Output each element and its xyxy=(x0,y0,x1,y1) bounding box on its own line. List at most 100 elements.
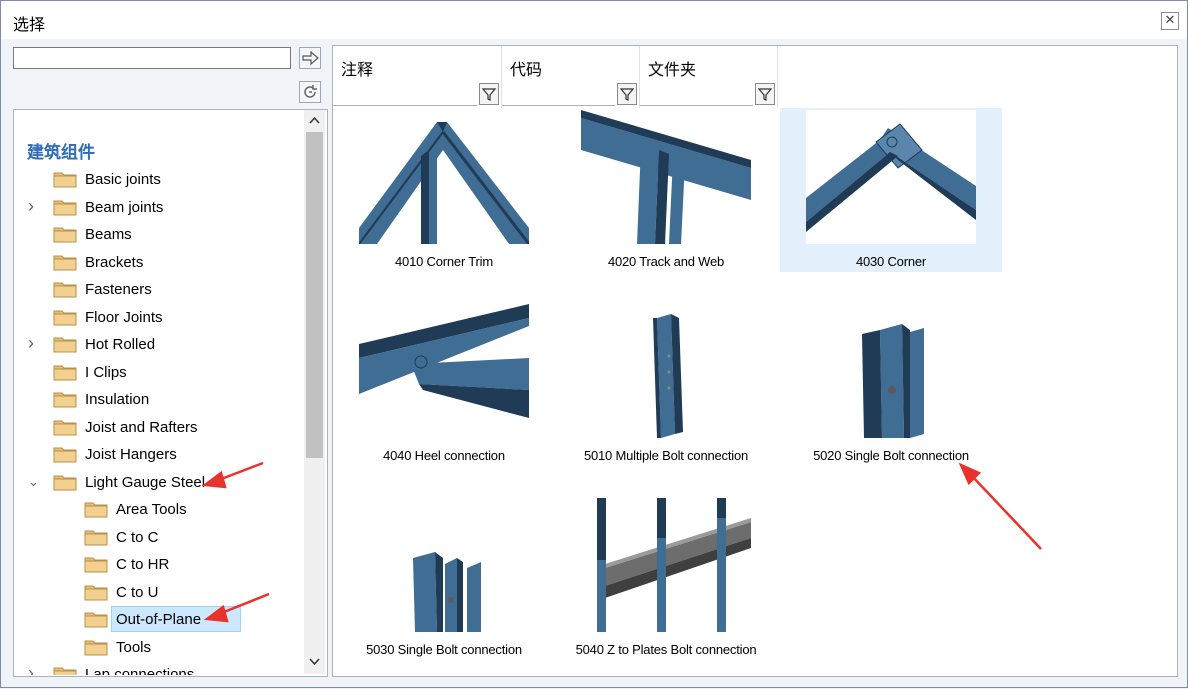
tree-item-brackets[interactable]: Brackets xyxy=(14,251,302,275)
filter-icon xyxy=(481,88,497,101)
component-thumbnail[interactable]: 5020 Single Bolt connection xyxy=(780,302,1002,466)
component-thumbnail[interactable]: 4020 Track and Web xyxy=(555,108,777,272)
folder-icon xyxy=(53,473,77,491)
tree-item-insulation[interactable]: Insulation xyxy=(14,388,302,412)
tree-item-hot-rolled[interactable]: › Hot Rolled xyxy=(14,333,302,357)
tree-item-joist-hangers[interactable]: Joist Hangers xyxy=(14,443,302,467)
tree-item-basic-joints[interactable]: Basic joints xyxy=(14,168,302,192)
column-header-2[interactable]: 代码 xyxy=(502,46,640,108)
filter-icon xyxy=(619,88,635,101)
tree-view[interactable]: 建筑组件 Basic joints › Beam joints Beams Bracke… xyxy=(13,109,328,677)
filter-field[interactable] xyxy=(333,105,477,106)
folder-icon xyxy=(53,170,77,188)
filter-button[interactable] xyxy=(755,83,775,105)
component-preview-image xyxy=(359,110,529,244)
refresh-icon xyxy=(304,85,317,98)
tree-item-out-of-plane[interactable]: Out-of-Plane xyxy=(14,608,302,632)
tree-item-light-gauge-steel[interactable]: ⌄ Light Gauge Steel xyxy=(14,471,302,495)
component-preview-image xyxy=(806,110,976,244)
column-header-label: 注释 xyxy=(341,60,374,79)
component-caption: 4030 Corner xyxy=(855,254,927,269)
folder-icon xyxy=(53,390,77,408)
component-caption: 4040 Heel connection xyxy=(383,448,505,463)
filter-field[interactable] xyxy=(502,105,615,106)
component-thumbnail[interactable]: 4040 Heel connection xyxy=(333,302,555,466)
component-thumbnail[interactable]: 5010 Multiple Bolt connection xyxy=(555,302,777,466)
component-caption: 4020 Track and Web xyxy=(607,254,725,269)
tree-item-beam-joints[interactable]: › Beam joints xyxy=(14,196,302,220)
scroll-thumb[interactable] xyxy=(306,132,323,458)
tree-item-label: Fasteners xyxy=(85,281,152,298)
tree-item-beams[interactable]: Beams xyxy=(14,223,302,247)
folder-icon xyxy=(84,555,108,573)
component-preview-image xyxy=(806,304,976,438)
chevron-down-icon[interactable]: ⌄ xyxy=(28,474,42,489)
filter-button[interactable] xyxy=(479,83,499,105)
component-caption: 5020 Single Bolt connection xyxy=(813,448,969,463)
component-thumbnail[interactable]: 4010 Corner Trim xyxy=(333,108,555,272)
tree-item-area-tools[interactable]: Area Tools xyxy=(14,498,302,522)
component-caption: 5010 Multiple Bolt connection xyxy=(583,448,749,463)
column-header-label: 代码 xyxy=(510,60,543,79)
folder-icon xyxy=(53,445,77,463)
refresh-button[interactable] xyxy=(299,81,321,103)
component-thumbnail[interactable]: 4030 Corner xyxy=(780,108,1002,272)
tree-item-lap-connections[interactable]: › Lap connections xyxy=(14,663,302,677)
column-header-label: 文件夹 xyxy=(648,60,697,79)
tree-item-label: Tools xyxy=(116,639,152,656)
filter-button[interactable] xyxy=(617,83,637,105)
arrow-right-icon xyxy=(302,50,319,66)
tree-item-c-to-u[interactable]: C to U xyxy=(14,581,302,605)
folder-icon xyxy=(84,500,108,518)
tree-root[interactable]: 建筑组件 xyxy=(27,138,95,163)
tree-item-joist-and-rafters[interactable]: Joist and Rafters xyxy=(14,416,302,440)
tree-scrollbar[interactable] xyxy=(304,110,325,674)
folder-icon xyxy=(53,363,77,381)
dialog-title: 选择 xyxy=(13,15,46,34)
search-input[interactable] xyxy=(13,47,291,69)
tree-item-label: Hot Rolled xyxy=(85,336,156,353)
component-panel: 注释 代码 文件夹 4010 Corner Trim 4020 Track and … xyxy=(332,45,1178,677)
folder-icon xyxy=(84,610,108,628)
scroll-down-icon[interactable] xyxy=(309,658,320,666)
tree-item-label: C to HR xyxy=(116,556,170,573)
component-preview-image xyxy=(359,304,529,438)
component-preview-image xyxy=(581,498,751,632)
component-preview-image xyxy=(581,304,751,438)
folder-icon xyxy=(53,308,77,326)
component-caption: 5040 Z to Plates Bolt connection xyxy=(575,642,757,657)
tree-item-label: Basic joints xyxy=(85,171,161,188)
tree-item-c-to-hr[interactable]: C to HR xyxy=(14,553,302,577)
tree-item-label: C to U xyxy=(116,584,159,601)
folder-icon xyxy=(53,335,77,353)
chevron-right-icon[interactable]: › xyxy=(28,196,42,216)
tree-item-floor-joints[interactable]: Floor Joints xyxy=(14,306,302,330)
tree-item-c-to-c[interactable]: C to C xyxy=(14,526,302,550)
tree-item-fasteners[interactable]: Fasteners xyxy=(14,278,302,302)
folder-icon xyxy=(53,418,77,436)
tree-item-i-clips[interactable]: I Clips xyxy=(14,361,302,385)
chevron-right-icon[interactable]: › xyxy=(28,333,42,353)
filter-field[interactable] xyxy=(640,105,753,106)
folder-icon xyxy=(53,225,77,243)
tree-item-label: Area Tools xyxy=(116,501,187,518)
folder-icon xyxy=(84,583,108,601)
go-button[interactable] xyxy=(299,47,321,69)
column-header-1[interactable]: 注释 xyxy=(333,46,502,108)
scroll-up-icon[interactable] xyxy=(309,116,320,124)
title-bar: 选择 ✕ xyxy=(1,1,1187,39)
tree-item-tools[interactable]: Tools xyxy=(14,636,302,660)
component-thumbnail[interactable]: 5040 Z to Plates Bolt connection xyxy=(555,496,777,660)
tree-item-label: Floor Joints xyxy=(85,309,163,326)
column-header-3[interactable]: 文件夹 xyxy=(640,46,778,108)
tree-item-label: Out-of-Plane xyxy=(116,611,202,628)
chevron-right-icon[interactable]: › xyxy=(28,663,42,675)
component-preview-image xyxy=(359,498,529,632)
tree-item-label: Lap connections xyxy=(85,666,195,677)
folder-icon xyxy=(53,253,77,271)
component-caption: 5030 Single Bolt connection xyxy=(366,642,522,657)
folder-icon xyxy=(84,528,108,546)
component-thumbnail[interactable]: 5030 Single Bolt connection xyxy=(333,496,555,660)
folder-icon xyxy=(84,638,108,656)
close-button[interactable]: ✕ xyxy=(1161,12,1179,30)
